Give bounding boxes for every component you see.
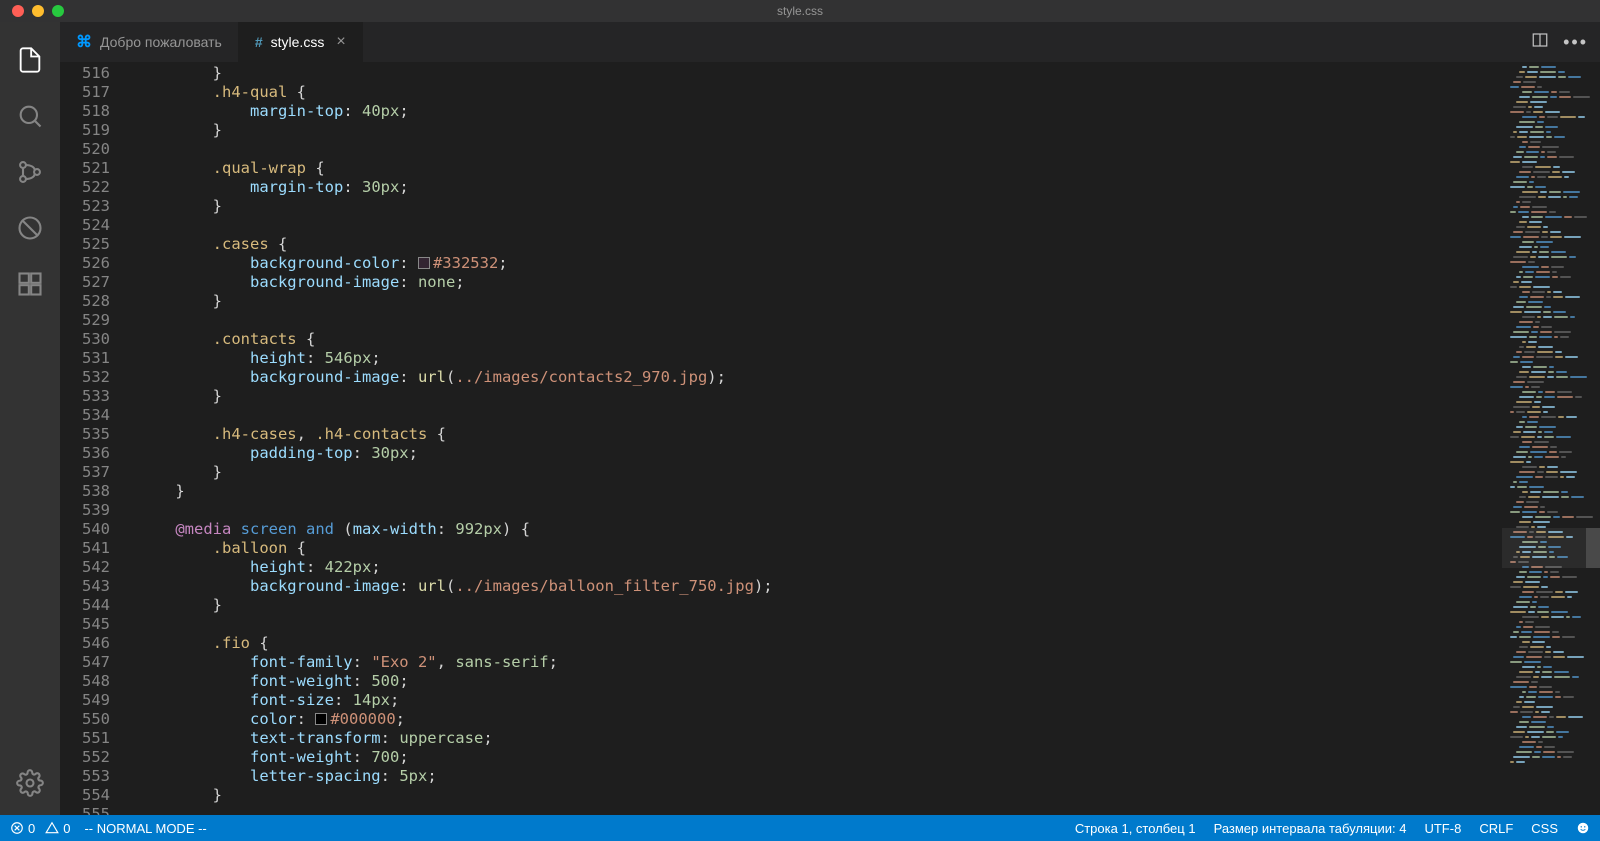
tab-label: Добро пожаловать [100,34,222,50]
search-icon[interactable] [6,92,54,140]
source-control-icon[interactable] [6,148,54,196]
status-vim-mode: -- NORMAL MODE -- [84,821,206,836]
status-bar: 0 0 -- NORMAL MODE -- Строка 1, столбец … [0,815,1600,841]
main-area: ⌘ Добро пожаловать # style.css × ••• 516… [0,22,1600,815]
traffic-lights [0,5,64,17]
status-cursor-position[interactable]: Строка 1, столбец 1 [1075,821,1196,836]
status-eol[interactable]: CRLF [1479,821,1513,836]
window-close-button[interactable] [12,5,24,17]
css-file-icon: # [255,34,263,50]
split-editor-icon[interactable] [1531,31,1549,54]
tab-actions: ••• [1531,22,1600,62]
title-bar: style.css [0,0,1600,22]
line-number-gutter: 5165175185195205215225235245255265275285… [60,62,138,815]
debug-icon[interactable] [6,204,54,252]
activity-bar [0,22,60,815]
scrollbar-thumb[interactable] [1586,528,1600,568]
window-maximize-button[interactable] [52,5,64,17]
editor-body[interactable]: 5165175185195205215225235245255265275285… [60,62,1600,815]
status-encoding[interactable]: UTF-8 [1424,821,1461,836]
tab-label: style.css [271,34,325,50]
vscode-icon: ⌘ [76,32,92,52]
status-tab-size[interactable]: Размер интервала табуляции: 4 [1214,821,1407,836]
status-feedback-icon[interactable] [1576,821,1590,835]
extensions-icon[interactable] [6,260,54,308]
more-actions-icon[interactable]: ••• [1563,32,1588,53]
status-language[interactable]: CSS [1531,821,1558,836]
settings-icon[interactable] [6,759,54,807]
window-title: style.css [777,4,823,18]
status-errors[interactable]: 0 0 [10,821,70,836]
editor-area: ⌘ Добро пожаловать # style.css × ••• 516… [60,22,1600,815]
error-count: 0 [28,821,35,836]
tab-style-css[interactable]: # style.css × [239,22,363,62]
minimap[interactable] [1502,62,1600,815]
close-icon[interactable]: × [336,33,345,51]
window-minimize-button[interactable] [32,5,44,17]
tab-welcome[interactable]: ⌘ Добро пожаловать [60,22,239,62]
code-content[interactable]: } .h4-qual { margin-top: 40px; } .qual-w… [138,62,1502,815]
tab-bar: ⌘ Добро пожаловать # style.css × ••• [60,22,1600,62]
explorer-icon[interactable] [6,36,54,84]
vim-mode-label: -- NORMAL MODE -- [84,821,206,836]
warning-count: 0 [63,821,70,836]
